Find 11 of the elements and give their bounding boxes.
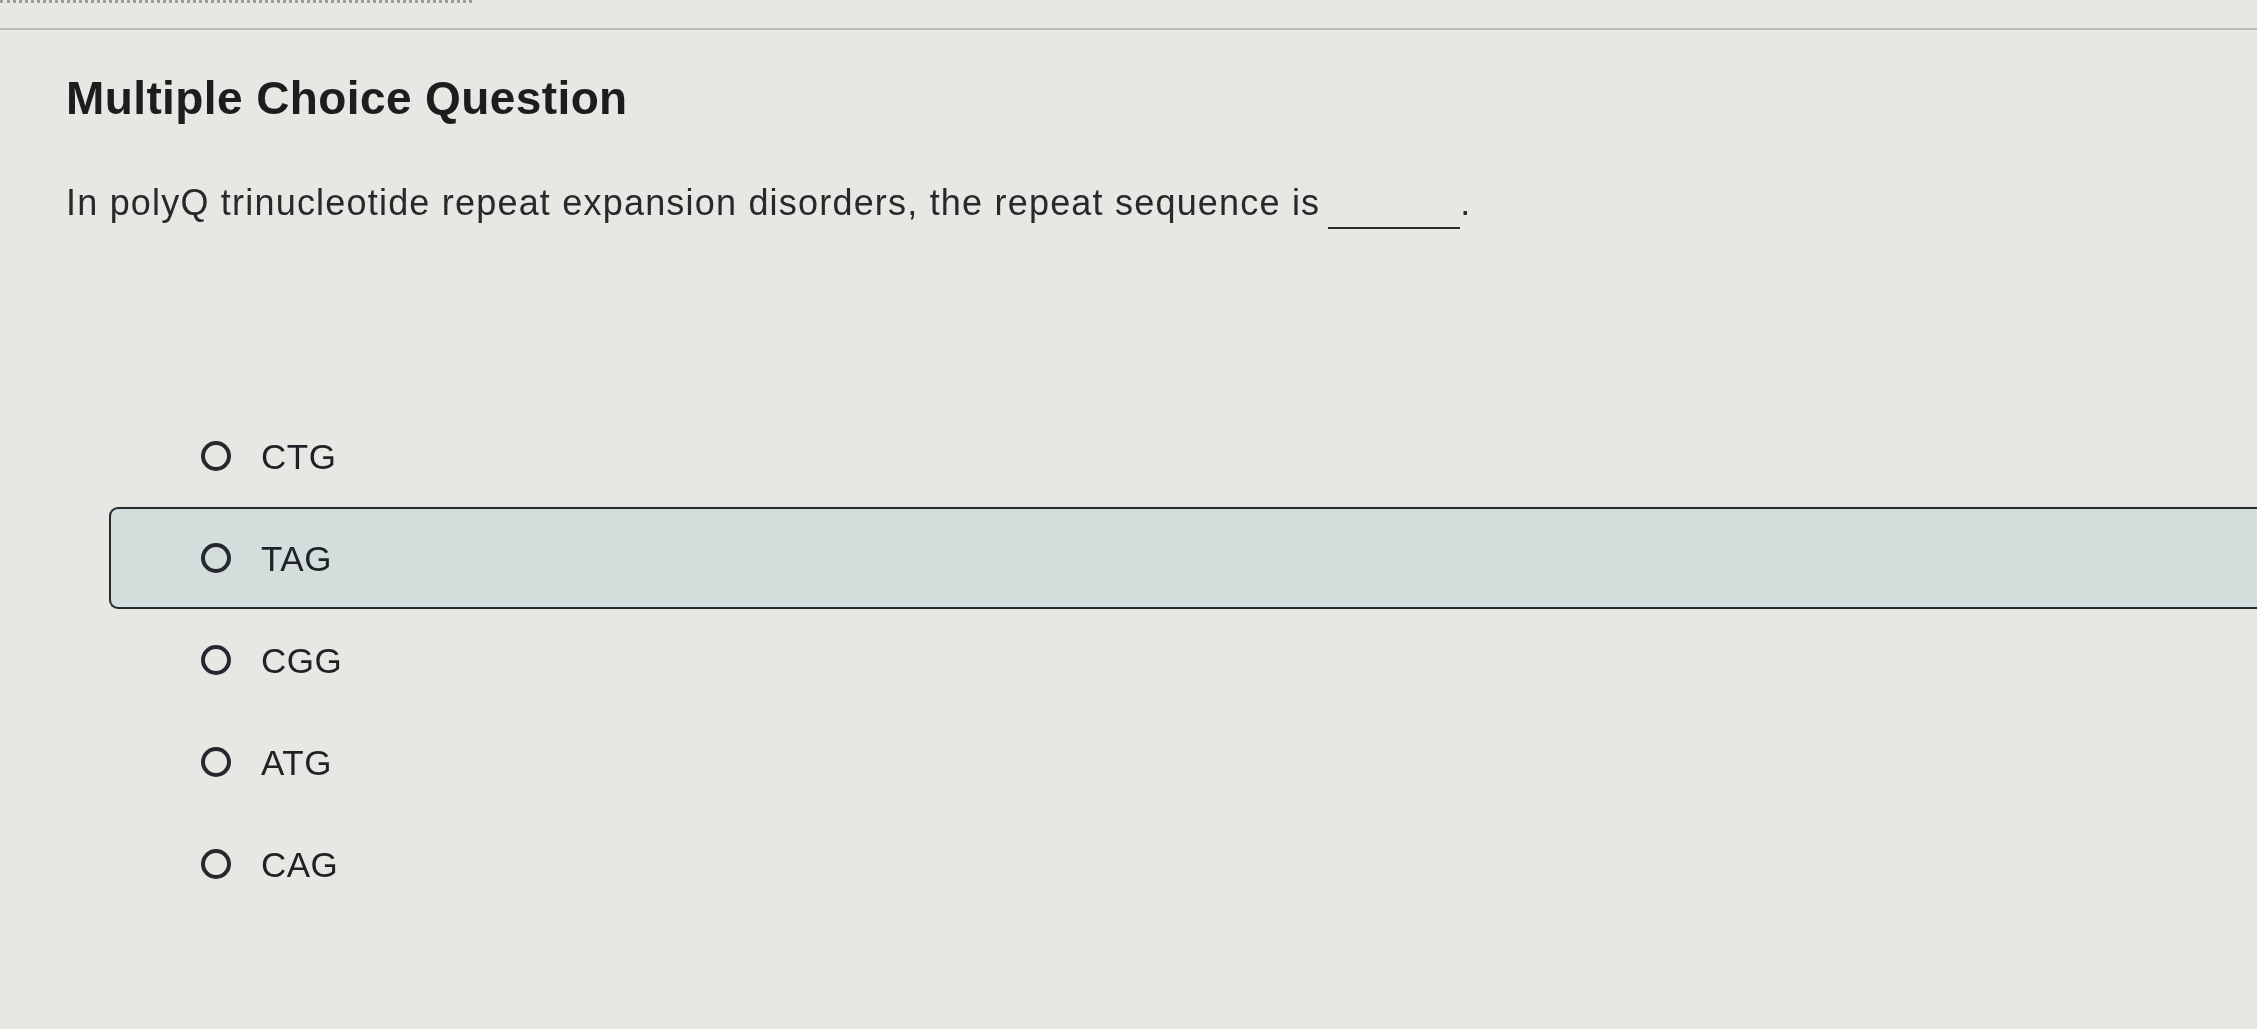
question-text: In polyQ trinucleotide repeat expansion disorders, the repeat sequence is . [66, 185, 2257, 229]
answer-option[interactable]: TAG [201, 540, 332, 576]
radio-button-icon[interactable] [201, 645, 231, 675]
radio-button-icon[interactable] [201, 441, 231, 471]
answer-option[interactable]: CAG [201, 846, 339, 882]
answer-option[interactable]: ATG [201, 744, 332, 780]
radio-button-icon[interactable] [201, 543, 231, 573]
answer-option[interactable]: CTG [201, 438, 337, 474]
radio-button-icon[interactable] [201, 849, 231, 879]
radio-button-icon[interactable] [201, 747, 231, 777]
answer-option[interactable]: CGG [201, 642, 343, 678]
